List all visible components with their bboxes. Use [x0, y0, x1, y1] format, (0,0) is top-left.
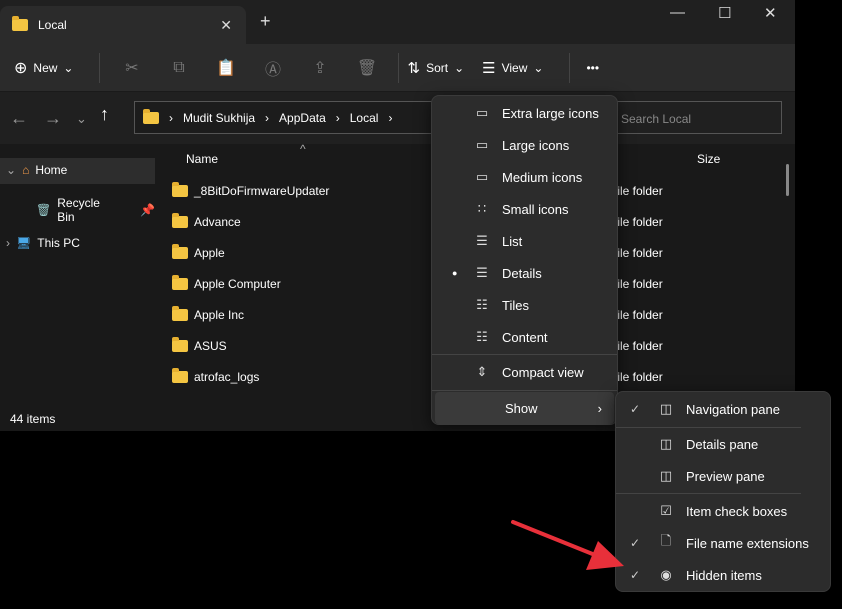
- annotation-arrow: [0, 0, 842, 609]
